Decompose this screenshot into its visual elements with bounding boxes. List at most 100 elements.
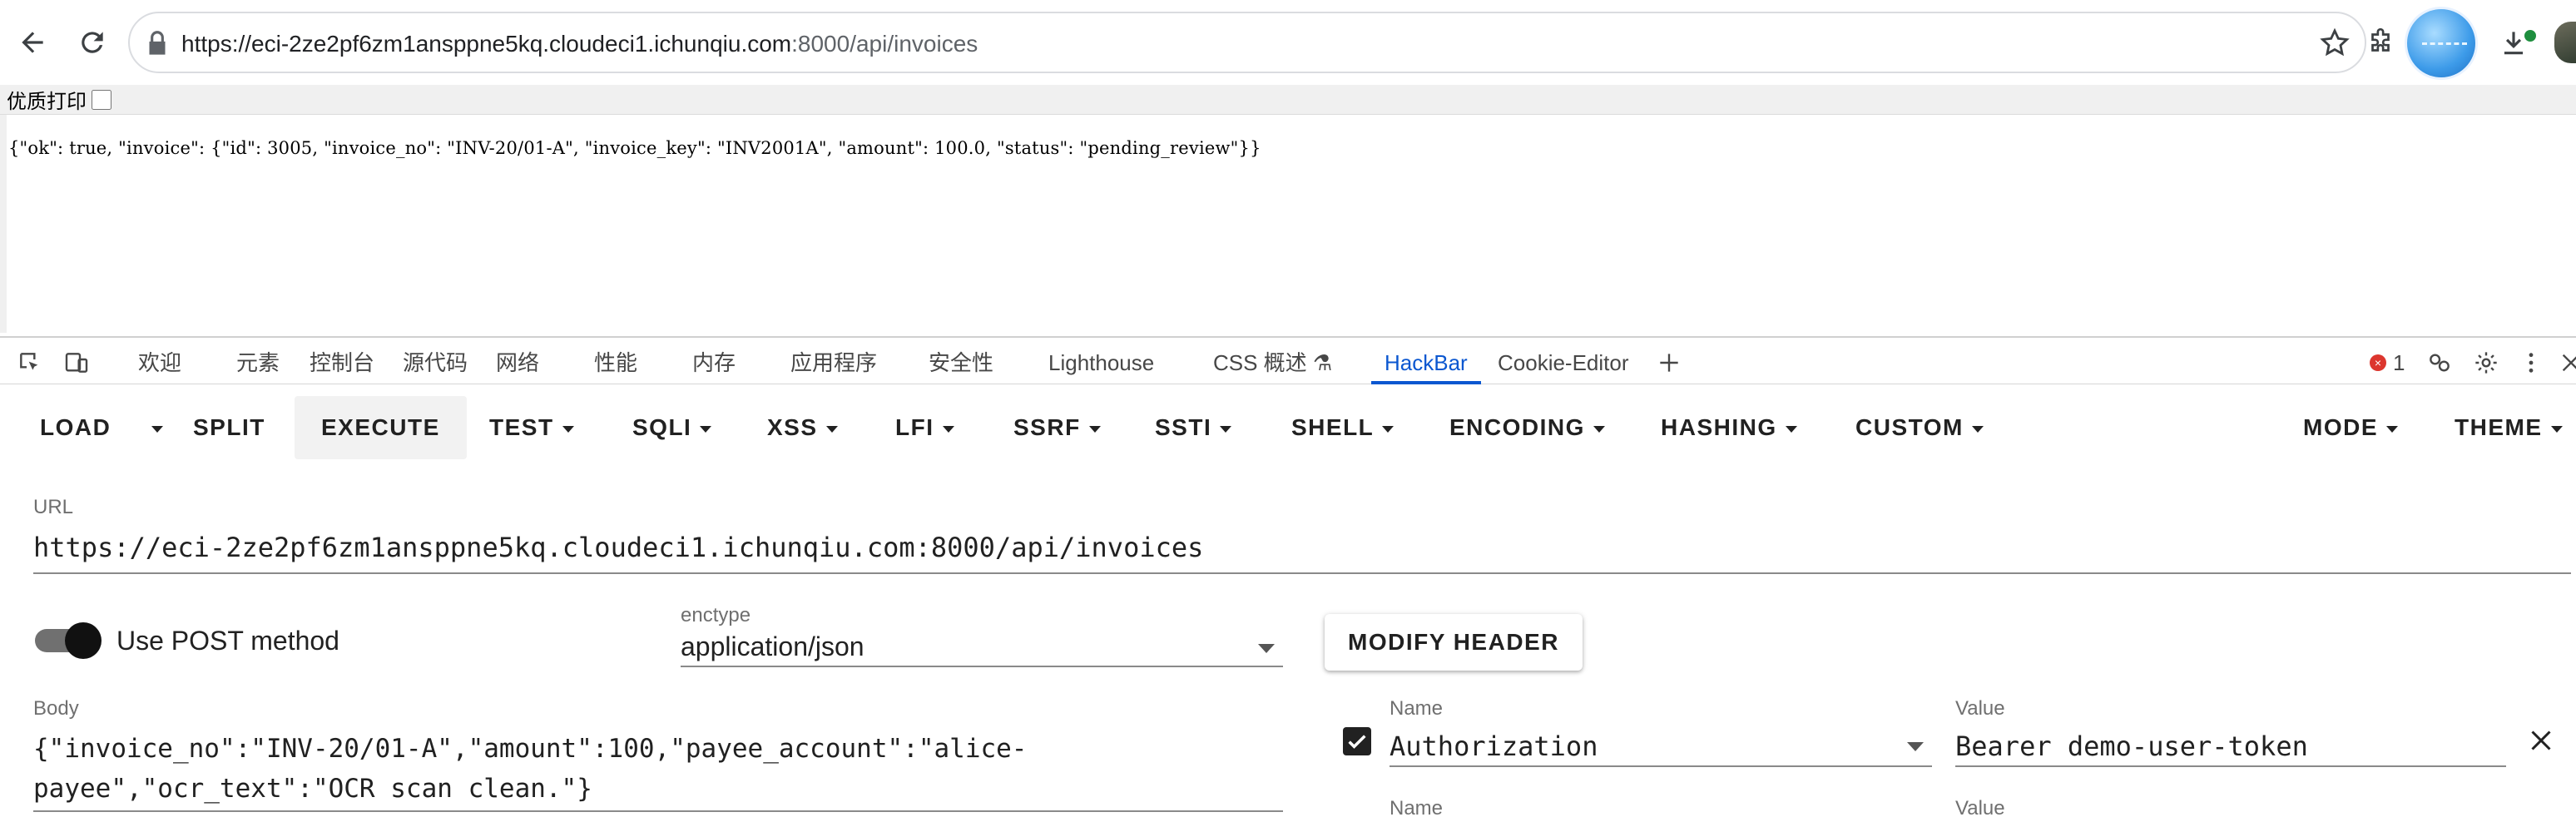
caret-down-icon: [1088, 425, 1101, 433]
inspect-element-icon[interactable]: [17, 349, 43, 376]
site-info-icon[interactable]: [141, 28, 173, 60]
sqli-menu[interactable]: SQLI: [632, 396, 712, 459]
print-label: 优质打印: [7, 91, 87, 113]
header-name-value: Authorization: [1390, 730, 1598, 762]
back-button[interactable]: [7, 17, 58, 68]
json-response-text: {"ok": true, "invoice": {"id": 3005, "in…: [8, 138, 1261, 158]
browser-toolbar: https://eci-2ze2pf6zm1ansppne5kq.cloudec…: [0, 0, 2576, 85]
caret-down-icon: [1220, 425, 1232, 433]
use-post-label: Use POST method: [116, 626, 339, 656]
add-tab-icon[interactable]: [1656, 349, 1682, 376]
reload-icon: [82, 32, 103, 53]
split-button[interactable]: SPLIT: [193, 396, 265, 459]
header-enabled-checkbox[interactable]: [1343, 727, 1371, 755]
tab-performance[interactable]: 性能: [594, 349, 637, 376]
execute-button[interactable]: EXECUTE: [295, 396, 467, 459]
tab-lighthouse[interactable]: Lighthouse: [1048, 349, 1154, 376]
print-checkbox[interactable]: [92, 89, 111, 110]
tab-memory[interactable]: 内存: [692, 349, 736, 376]
download-complete-badge: [2524, 30, 2536, 42]
dropdown-caret-icon: [1258, 644, 1275, 653]
ssti-menu[interactable]: SSTI: [1155, 396, 1232, 459]
dropdown-caret-icon: [1907, 742, 1924, 751]
header-value-input[interactable]: Bearer demo-user-token: [1955, 727, 2506, 767]
downloads-button[interactable]: [2488, 17, 2539, 68]
download-icon: [2504, 32, 2524, 55]
checkmark-icon: [1348, 735, 1366, 749]
ssrf-menu[interactable]: SSRF: [1013, 396, 1101, 459]
shell-menu[interactable]: SHELL: [1291, 396, 1395, 459]
remove-header-icon[interactable]: [2526, 725, 2556, 755]
body-field-label: Body: [33, 697, 79, 720]
tab-application[interactable]: 应用程序: [790, 349, 877, 376]
lfi-menu[interactable]: LFI: [895, 396, 954, 459]
body-textarea[interactable]: {"invoice_no":"INV-20/01-A","amount":100…: [33, 729, 1283, 812]
enctype-select[interactable]: application/json: [681, 629, 1283, 667]
caret-down-icon: [1971, 425, 1984, 433]
caret-down-icon: [1593, 425, 1605, 433]
caret-down-icon: [562, 425, 574, 433]
caret-down-icon: [1382, 425, 1395, 433]
back-arrow-icon: [22, 32, 43, 53]
error-icon[interactable]: ×: [2370, 354, 2386, 371]
profile-avatar[interactable]: [2405, 7, 2478, 80]
load-options-dropdown[interactable]: [143, 396, 163, 459]
enctype-label: enctype: [681, 604, 751, 626]
bookmark-star-icon[interactable]: [2318, 27, 2351, 60]
devtools-tab-strip: 欢迎 元素 控制台 源代码 网络 性能 内存 应用程序 安全性 Lighthou…: [0, 336, 2576, 384]
more-options-icon[interactable]: [2518, 349, 2544, 376]
tab-welcome[interactable]: 欢迎: [138, 349, 181, 376]
caret-down-icon: [2550, 425, 2563, 433]
xss-menu[interactable]: XSS: [767, 396, 838, 459]
modify-header-button[interactable]: MODIFY HEADER: [1325, 614, 1583, 671]
url-host: https://eci-2ze2pf6zm1ansppne5kq.cloudec…: [181, 31, 792, 57]
toggle-thumb: [65, 622, 102, 659]
theme-menu[interactable]: THEME: [2455, 396, 2563, 459]
caret-down-icon: [942, 425, 954, 433]
custom-menu[interactable]: CUSTOM: [1855, 396, 1984, 459]
error-count[interactable]: 1: [2393, 349, 2405, 376]
tab-cookie-editor[interactable]: Cookie-Editor: [1498, 349, 1629, 376]
header-name-input[interactable]: Authorization: [1390, 727, 1932, 767]
xss-label: XSS: [767, 414, 818, 440]
print-bar: 优质打印: [0, 85, 2576, 115]
issues-icon[interactable]: [2426, 349, 2453, 376]
settings-gear-icon[interactable]: [2473, 349, 2499, 376]
test-menu[interactable]: TEST: [489, 396, 574, 459]
mode-menu[interactable]: MODE: [2303, 396, 2398, 459]
extensions-button[interactable]: [2355, 17, 2406, 68]
hashing-menu[interactable]: HASHING: [1661, 396, 1797, 459]
url-path: :8000/api/invoices: [791, 31, 978, 57]
tab-network[interactable]: 网络: [496, 349, 539, 376]
active-tab-indicator: [1371, 381, 1481, 384]
caret-down-icon: [151, 425, 163, 433]
caret-down-icon: [700, 425, 712, 433]
test-label: TEST: [489, 414, 554, 440]
tab-hackbar[interactable]: HackBar: [1385, 349, 1468, 376]
sqli-label: SQLI: [632, 414, 692, 440]
enctype-value: application/json: [681, 631, 864, 661]
mode-label: MODE: [2303, 414, 2378, 440]
tab-security[interactable]: 安全性: [929, 349, 993, 376]
tab-console[interactable]: 控制台: [310, 349, 374, 376]
account-picture[interactable]: [2554, 22, 2576, 63]
lfi-label: LFI: [895, 414, 934, 440]
ssti-label: SSTI: [1155, 414, 1212, 440]
tab-css-overview[interactable]: CSS 概述 ⚗: [1213, 349, 1332, 376]
address-bar[interactable]: https://eci-2ze2pf6zm1ansppne5kq.cloudec…: [128, 12, 2366, 73]
hashing-label: HASHING: [1661, 414, 1777, 440]
url-input[interactable]: https://eci-2ze2pf6zm1ansppne5kq.cloudec…: [33, 529, 2571, 574]
load-button[interactable]: LOAD: [40, 396, 111, 459]
puzzle-icon: [2371, 27, 2390, 52]
use-post-toggle[interactable]: [35, 622, 102, 659]
header-value-label-2: Value: [1955, 797, 2005, 820]
ssrf-label: SSRF: [1013, 414, 1081, 440]
close-devtools-icon[interactable]: [2558, 349, 2576, 376]
encoding-menu[interactable]: ENCODING: [1449, 396, 1605, 459]
header-name-label: Name: [1390, 697, 1444, 720]
tab-elements[interactable]: 元素: [236, 349, 280, 376]
device-toolbar-icon[interactable]: [63, 349, 90, 376]
reload-button[interactable]: [67, 17, 118, 68]
tab-sources[interactable]: 源代码: [403, 349, 468, 376]
encoding-label: ENCODING: [1449, 414, 1585, 440]
